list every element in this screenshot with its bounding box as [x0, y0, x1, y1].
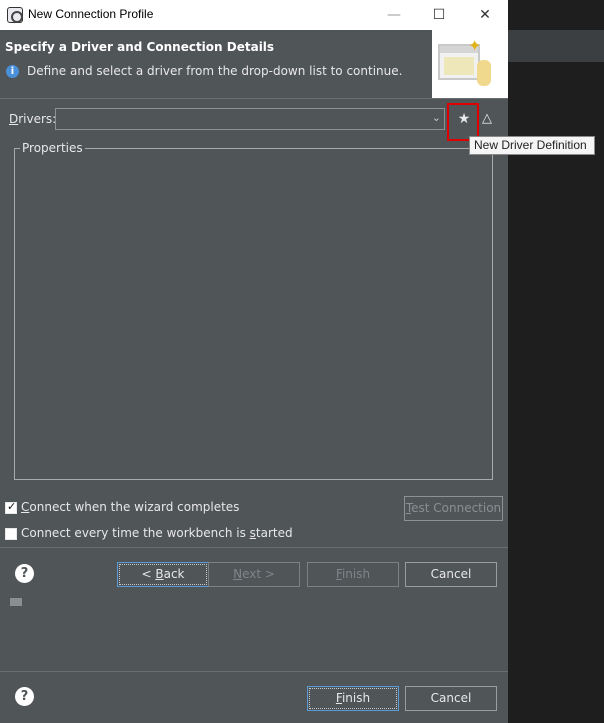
header-divider	[0, 98, 508, 99]
sparkle-icon: ✦	[468, 36, 482, 55]
drivers-dropdown[interactable]: ⌄	[55, 108, 445, 130]
footer-divider	[0, 547, 508, 548]
wizard-banner-image: ✦	[432, 30, 508, 98]
close-icon[interactable]: ✕	[474, 4, 496, 26]
background-toolbar	[508, 30, 604, 62]
underlying-finish-button[interactable]: Finish	[307, 686, 399, 711]
wizard-header: Specify a Driver and Connection Details …	[0, 30, 508, 98]
underlying-divider	[0, 671, 508, 672]
next-button[interactable]: Next >	[208, 562, 300, 587]
finish-button[interactable]: Finish	[307, 562, 399, 587]
maximize-icon[interactable]: ☐	[428, 4, 450, 26]
chevron-down-icon[interactable]: ⌄	[432, 111, 441, 124]
underlying-help-icon[interactable]: ?	[15, 687, 34, 706]
connect-when-complete-option[interactable]: Connect when the wizard completes	[5, 500, 239, 514]
properties-group	[14, 148, 493, 480]
eclipse-app-icon	[7, 7, 23, 23]
properties-legend: Properties	[20, 141, 85, 155]
info-icon: i	[6, 65, 19, 78]
connect-when-complete-checkbox[interactable]	[5, 500, 17, 514]
new-connection-profile-dialog: New Connection Profile — ☐ ✕ Specify a D…	[0, 0, 508, 597]
drivers-label: Drivers:	[9, 112, 57, 126]
edit-driver-icon[interactable]: △	[479, 110, 495, 128]
background-editor	[508, 0, 604, 723]
title-bar: New Connection Profile — ☐ ✕	[0, 0, 508, 30]
cancel-button[interactable]: Cancel	[405, 562, 497, 587]
test-connection-button[interactable]: Test Connection	[404, 496, 503, 521]
connect-every-time-option[interactable]: Connect every time the workbench is star…	[5, 526, 293, 540]
window-title: New Connection Profile	[28, 7, 154, 21]
new-driver-tooltip: New Driver Definition	[469, 136, 595, 155]
minimize-icon[interactable]: —	[383, 4, 405, 26]
page-title: Specify a Driver and Connection Details	[5, 40, 275, 54]
help-icon[interactable]: ?	[15, 564, 34, 583]
underlying-cancel-button[interactable]: Cancel	[405, 686, 497, 711]
connect-every-time-checkbox[interactable]	[5, 527, 17, 540]
wizard-gold-graphic	[477, 60, 491, 86]
page-description: Define and select a driver from the drop…	[27, 64, 403, 78]
back-button[interactable]: < Back	[117, 562, 209, 587]
